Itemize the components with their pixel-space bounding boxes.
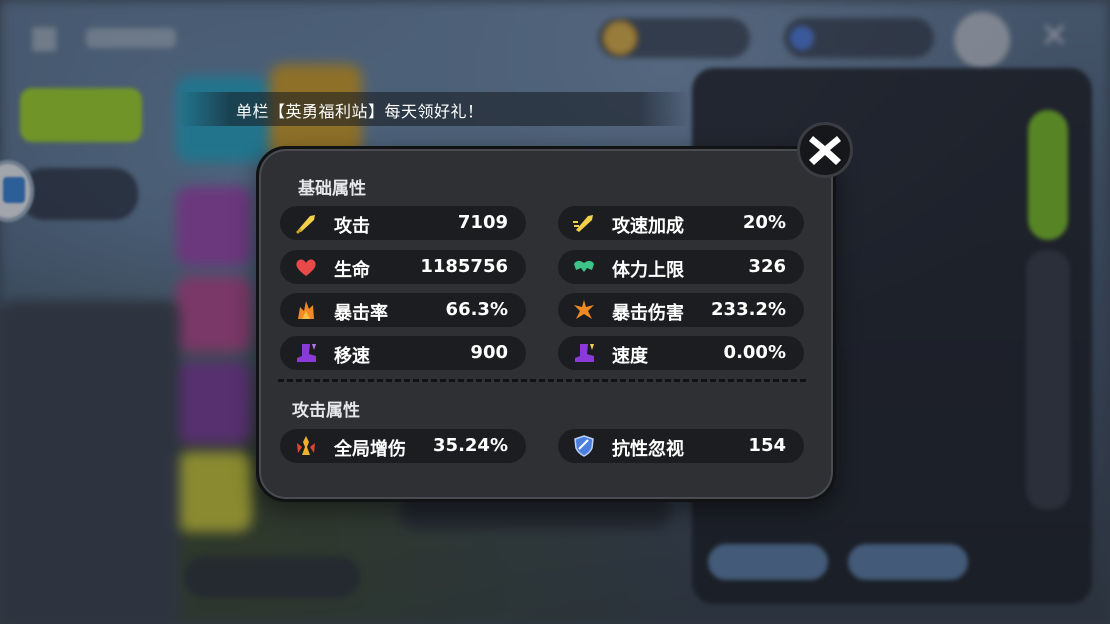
stat-label: 攻速加成 xyxy=(612,216,684,237)
damage-boost-icon xyxy=(297,436,315,455)
stat-value: 0.00% xyxy=(723,342,786,363)
stat-value: 35.24% xyxy=(433,435,508,456)
sword-icon xyxy=(296,215,315,234)
crit-damage-icon xyxy=(574,300,594,319)
stat-value: 900 xyxy=(470,342,508,363)
stat-resistance-ignore: 抗性忽视 154 xyxy=(558,429,804,463)
stat-crit-rate: 暴击率 66.3% xyxy=(280,293,526,327)
stat-label: 暴击率 xyxy=(334,303,388,324)
close-icon xyxy=(809,136,841,165)
stat-label: 全局增伤 xyxy=(334,439,406,460)
stat-hp: 生命 1185756 xyxy=(280,250,526,284)
stat-value: 326 xyxy=(748,256,786,277)
stat-label: 移速 xyxy=(334,346,370,367)
stat-label: 攻击 xyxy=(334,216,370,237)
stat-value: 20% xyxy=(742,212,786,233)
heart-icon xyxy=(296,259,316,276)
stat-attack-speed: 攻速加成 20% xyxy=(558,206,804,240)
stat-global-damage: 全局增伤 35.24% xyxy=(280,429,526,463)
stat-label: 抗性忽视 xyxy=(612,439,684,460)
stat-value: 233.2% xyxy=(711,299,786,320)
stat-crit-damage: 暴击伤害 233.2% xyxy=(558,293,804,327)
stat-label: 暴击伤害 xyxy=(612,303,684,324)
stat-label: 速度 xyxy=(612,346,648,367)
shield-icon xyxy=(574,435,594,457)
boot-icon xyxy=(297,344,316,362)
announcement-text: 单栏【英勇福利站】每天领好礼！ xyxy=(236,102,484,121)
attack-speed-icon xyxy=(573,215,593,232)
stat-move-speed: 移速 900 xyxy=(280,336,526,370)
crit-rate-icon xyxy=(298,301,314,319)
stat-value: 1185756 xyxy=(420,256,508,277)
section-divider xyxy=(278,379,806,382)
close-dialog-button[interactable] xyxy=(797,122,853,178)
stat-value: 66.3% xyxy=(445,299,508,320)
stat-label: 体力上限 xyxy=(612,260,684,281)
base-attributes-title: 基础属性 xyxy=(298,179,366,199)
stat-value: 7109 xyxy=(457,212,508,233)
boot-icon xyxy=(575,344,594,362)
stat-speed: 速度 0.00% xyxy=(558,336,804,370)
stat-label: 生命 xyxy=(334,260,370,281)
attack-attributes-title: 攻击属性 xyxy=(292,401,360,421)
stat-stamina: 体力上限 326 xyxy=(558,250,804,284)
stat-attack: 攻击 7109 xyxy=(280,206,526,240)
stat-value: 154 xyxy=(748,435,786,456)
stamina-icon xyxy=(574,260,594,272)
